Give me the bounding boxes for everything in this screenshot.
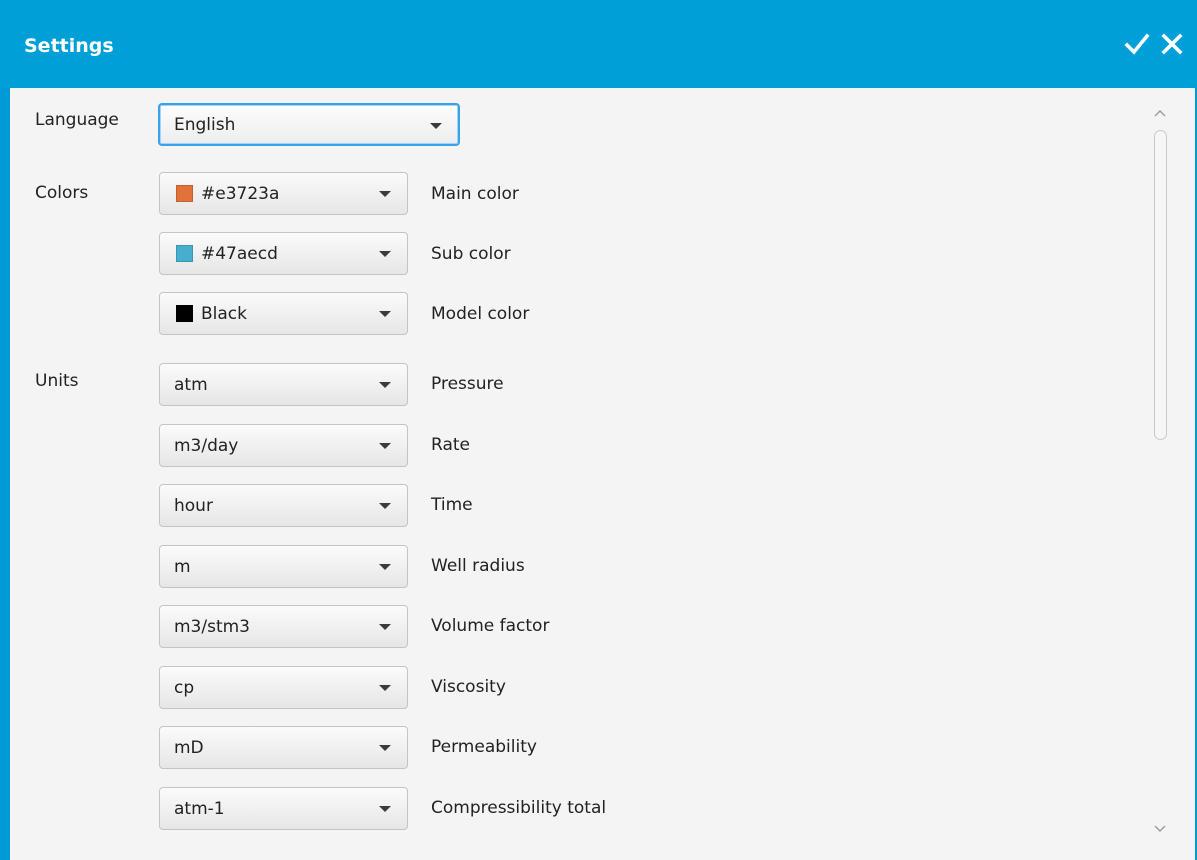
unit-select-7[interactable]: mD xyxy=(159,726,408,769)
unit-value: atm-1 xyxy=(174,798,225,819)
color-value: #47aecd xyxy=(201,243,278,264)
window-title: Settings xyxy=(24,35,114,57)
unit-select-2[interactable]: m3/day xyxy=(159,424,408,467)
color-select-3[interactable]: Black xyxy=(159,292,408,335)
chevron-down-icon xyxy=(379,503,391,509)
unit-field-label: Well radius xyxy=(431,556,525,576)
unit-select-8[interactable]: atm-1 xyxy=(159,787,408,830)
units-label: Units xyxy=(35,371,79,391)
chevron-down-icon xyxy=(379,624,391,630)
title-bar: Settings xyxy=(0,0,1197,88)
scroll-down-icon[interactable] xyxy=(1153,824,1167,834)
chevron-down-icon xyxy=(379,382,391,388)
language-value: English xyxy=(174,114,236,135)
settings-window: Settings Language English Colors #e3723a… xyxy=(0,0,1197,860)
unit-select-6[interactable]: cp xyxy=(159,666,408,709)
unit-value: cp xyxy=(174,677,195,698)
chevron-down-icon xyxy=(379,806,391,812)
colors-label: Colors xyxy=(35,183,89,203)
chevron-down-icon xyxy=(430,123,442,129)
unit-field-label: Time xyxy=(431,495,473,515)
close-button[interactable] xyxy=(1157,27,1187,61)
unit-field-label: Compressibility total xyxy=(431,798,607,818)
check-icon xyxy=(1124,33,1150,55)
color-field-label: Sub color xyxy=(431,244,511,264)
color-field-label: Main color xyxy=(431,184,519,204)
color-value: Black xyxy=(201,303,247,324)
chevron-down-icon xyxy=(379,564,391,570)
color-select-2[interactable]: #47aecd xyxy=(159,232,408,275)
color-swatch xyxy=(176,305,193,322)
close-icon xyxy=(1161,33,1183,55)
color-swatch xyxy=(176,245,193,262)
settings-content: Language English Colors #e3723a Main colo… xyxy=(10,88,1195,860)
scroll-up-icon[interactable] xyxy=(1153,108,1167,118)
chevron-down-icon xyxy=(379,191,391,197)
color-field-label: Model color xyxy=(431,304,530,324)
unit-select-1[interactable]: atm xyxy=(159,363,408,406)
unit-value: mD xyxy=(174,737,204,758)
unit-value: m xyxy=(174,556,191,577)
color-select-1[interactable]: #e3723a xyxy=(159,172,408,215)
language-label: Language xyxy=(35,110,119,130)
chevron-down-icon xyxy=(379,311,391,317)
unit-field-label: Rate xyxy=(431,435,470,455)
unit-value: m3/day xyxy=(174,435,239,456)
unit-select-5[interactable]: m3/stm3 xyxy=(159,605,408,648)
unit-field-label: Permeability xyxy=(431,737,537,757)
chevron-down-icon xyxy=(379,251,391,257)
chevron-down-icon xyxy=(379,685,391,691)
unit-value: hour xyxy=(174,495,213,516)
confirm-button[interactable] xyxy=(1122,27,1152,61)
unit-select-3[interactable]: hour xyxy=(159,484,408,527)
language-select[interactable]: English xyxy=(158,103,460,146)
chevron-down-icon xyxy=(379,443,391,449)
scrollbar-thumb[interactable] xyxy=(1154,130,1167,440)
unit-select-4[interactable]: m xyxy=(159,545,408,588)
unit-value: m3/stm3 xyxy=(174,616,251,637)
vertical-scrollbar[interactable] xyxy=(1149,100,1173,840)
unit-field-label: Viscosity xyxy=(431,677,506,697)
color-value: #e3723a xyxy=(201,183,280,204)
unit-value: atm xyxy=(174,374,208,395)
unit-field-label: Volume factor xyxy=(431,616,550,636)
color-swatch xyxy=(176,185,193,202)
unit-field-label: Pressure xyxy=(431,374,504,394)
chevron-down-icon xyxy=(379,745,391,751)
